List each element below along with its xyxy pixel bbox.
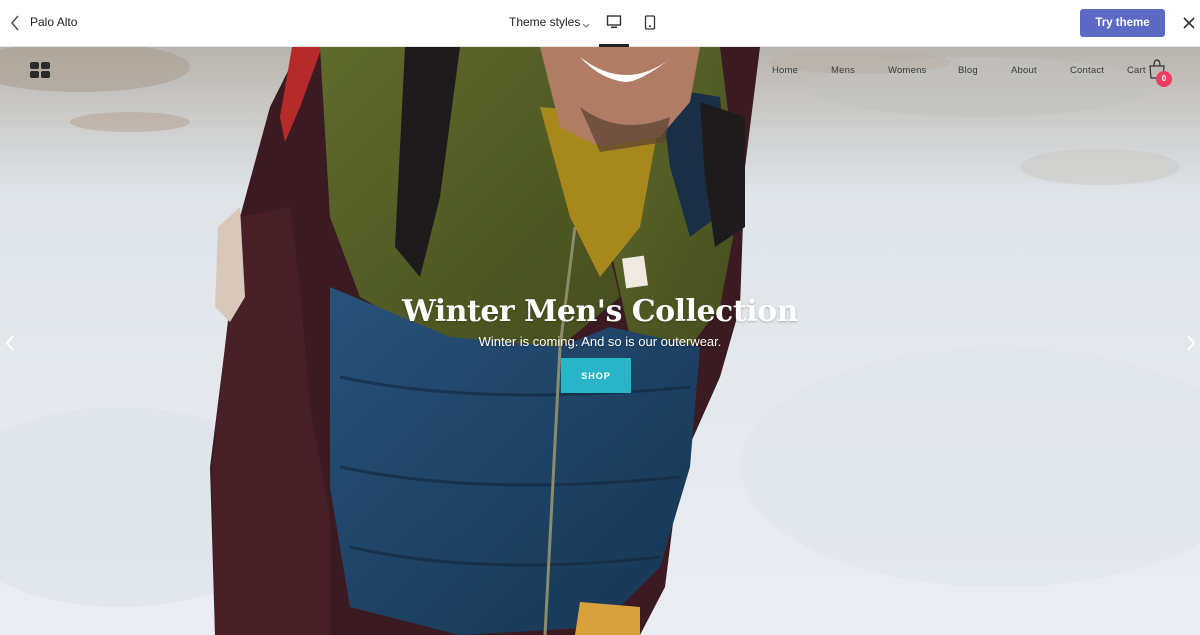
nav-blog[interactable]: Blog — [958, 65, 978, 76]
nav-home[interactable]: Home — [772, 65, 798, 76]
mobile-preview-button[interactable] — [640, 0, 660, 47]
store-logo-icon[interactable] — [30, 62, 50, 78]
shop-button[interactable]: SHOP — [561, 358, 631, 393]
nav-womens[interactable]: Womens — [888, 65, 927, 76]
desktop-preview-button[interactable] — [600, 0, 628, 47]
hero-subtitle: Winter is coming. And so is our outerwea… — [478, 334, 722, 349]
close-icon[interactable] — [1180, 14, 1198, 32]
editor-top-bar: Palo Alto Theme styles Try theme — [0, 0, 1200, 47]
cart-count-badge: 0 — [1156, 71, 1172, 87]
try-theme-button[interactable]: Try theme — [1080, 9, 1165, 37]
hero-title: Winter Men's Collection — [402, 294, 798, 329]
store-name[interactable]: Palo Alto — [30, 15, 77, 29]
nav-about[interactable]: About — [1011, 65, 1037, 76]
chevron-down-icon[interactable] — [581, 17, 591, 28]
nav-contact[interactable]: Contact — [1070, 65, 1104, 76]
hero-banner: Home Mens Womens Blog About Contact Cart… — [0, 47, 1200, 635]
nav-mens[interactable]: Mens — [831, 65, 855, 76]
chevron-left-icon[interactable] — [8, 14, 22, 32]
active-tab-indicator — [599, 44, 629, 47]
desktop-icon — [606, 15, 622, 29]
nav-cart[interactable]: Cart — [1127, 65, 1146, 76]
mobile-icon — [644, 15, 656, 30]
theme-styles-dropdown[interactable]: Theme styles — [509, 15, 580, 29]
